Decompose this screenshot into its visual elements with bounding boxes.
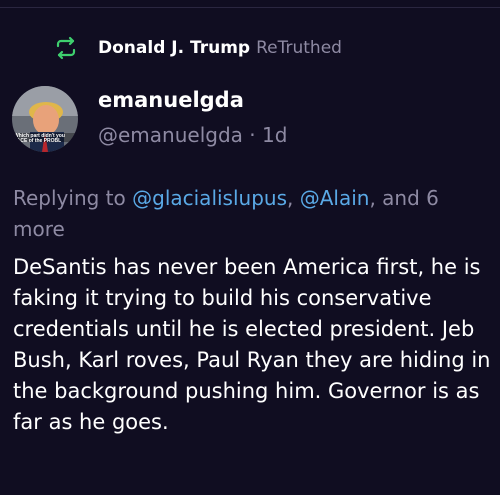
- avatar[interactable]: Which part didn't you FACE of the PROBL: [12, 86, 78, 152]
- svg-text:FACE of the PROBL: FACE of the PROBL: [14, 138, 61, 144]
- meta-separator: ·: [242, 123, 262, 147]
- mention-link[interactable]: @Alain: [300, 186, 370, 210]
- mention-comma: ,: [287, 186, 300, 210]
- retruth-header: Donald J. Trump ReTruthed: [54, 36, 342, 60]
- retruth-icon: [54, 36, 78, 60]
- retruth-user-name[interactable]: Donald J. Trump: [98, 38, 250, 58]
- author-display-name[interactable]: emanuelgda: [98, 88, 244, 112]
- author-meta: @emanuelgda · 1d: [98, 123, 287, 147]
- top-divider: [0, 7, 500, 8]
- mention-link[interactable]: @glacialislupus: [132, 186, 287, 210]
- replying-to: Replying to @glacialislupus, @Alain, and…: [13, 183, 483, 245]
- retruth-action-label: ReTruthed: [256, 38, 342, 58]
- post-time[interactable]: 1d: [262, 123, 287, 147]
- post-text: DeSantis has never been America first, h…: [13, 255, 491, 434]
- author-handle[interactable]: @emanuelgda: [98, 123, 243, 147]
- replying-prefix: Replying to: [13, 186, 133, 210]
